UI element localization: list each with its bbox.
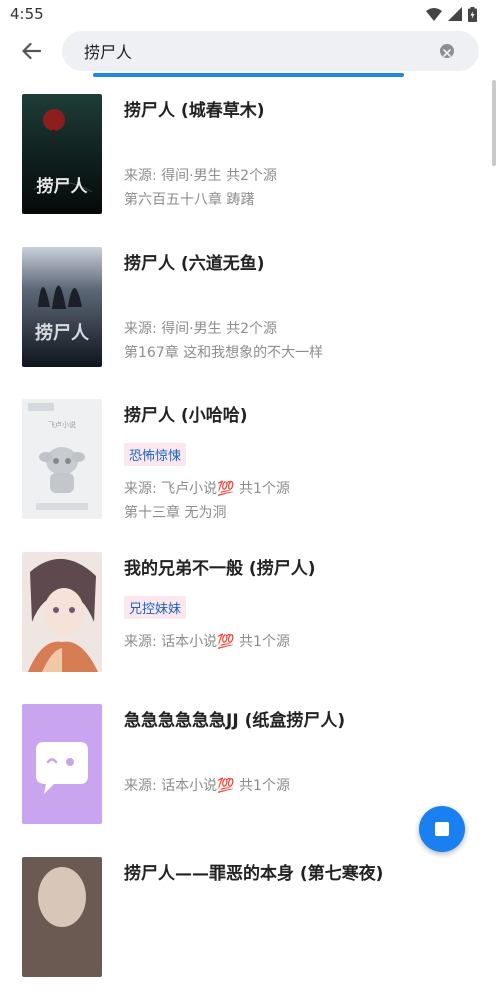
clear-search-button[interactable] [440,44,454,58]
search-input[interactable] [84,31,424,71]
cover-title-text: 飞卢小说 [48,420,76,429]
stop-search-button[interactable] [419,806,465,852]
genre-tag: 恐怖惊悚 [124,443,186,466]
book-source: 来源: 话本小说💯 共1个源 [124,775,290,795]
list-item[interactable]: 飞卢小说 捞尸人 (小哈哈) 恐怖惊悚 来源: 飞卢小说💯 共1个源 第十三章 … [0,385,497,538]
status-time: 4:55 [10,5,44,23]
status-bar: 4:55 [0,0,497,28]
book-info: 我的兄弟不一般 (捞尸人) 兄控妹妹 来源: 话本小说💯 共1个源 [124,554,477,674]
book-cover: 捞尸人 [22,94,102,214]
arrow-left-icon [21,42,41,64]
book-source: 来源: 得间·男生 共2个源 [124,318,277,338]
stop-icon [435,822,449,836]
clear-circle-icon [443,42,451,61]
list-item[interactable]: 我的兄弟不一般 (捞尸人) 兄控妹妹 来源: 话本小说💯 共1个源 [0,538,497,691]
book-title: 捞尸人 (六道无鱼) [124,249,264,274]
book-title: 捞尸人——罪恶的本身 (第七寒夜) [124,859,383,884]
search-progress-bar [93,73,404,77]
latest-chapter: 第十三章 无为洞 [124,502,226,522]
list-item[interactable]: 捞尸人 捞尸人 (城春草木) 来源: 得间·男生 共2个源 第六百五十八章 踌躇 [0,80,497,233]
book-cover [22,552,102,672]
book-cover: 飞卢小说 [22,399,102,519]
cover-title-text: 捞尸人 [37,176,89,197]
book-cover: 捞尸人 [22,247,102,367]
book-title: 我的兄弟不一般 (捞尸人) [124,554,315,579]
book-title: 捞尸人 (城春草木) [124,96,264,121]
book-info: 捞尸人 (六道无鱼) 来源: 得间·男生 共2个源 第167章 这和我想象的不大… [124,249,477,369]
book-info: 急急急急急急JJ (纸盒捞尸人) 来源: 话本小说💯 共1个源 [124,706,477,826]
back-button[interactable] [14,36,48,70]
cellular-icon [448,7,462,21]
cover-title-text: 捞尸人 [35,322,90,344]
list-item[interactable]: 捞尸人 捞尸人 (六道无鱼) 来源: 得间·男生 共2个源 第167章 这和我想… [0,233,497,386]
book-cover [22,704,102,824]
book-source: 来源: 话本小说💯 共1个源 [124,631,290,651]
book-info: 捞尸人 (小哈哈) 恐怖惊悚 来源: 飞卢小说💯 共1个源 第十三章 无为洞 [124,401,477,521]
book-source: 来源: 飞卢小说💯 共1个源 [124,478,290,498]
search-toolbar [0,28,497,78]
search-box [62,31,479,71]
battery-icon [468,7,477,22]
book-info: 捞尸人 (城春草木) 来源: 得间·男生 共2个源 第六百五十八章 踌躇 [124,96,477,216]
latest-chapter: 第六百五十八章 踌躇 [124,189,254,209]
list-item[interactable]: 捞尸人——罪恶的本身 (第七寒夜) [0,843,497,995]
status-icons [426,7,477,22]
wifi-icon [426,8,442,21]
book-info: 捞尸人——罪恶的本身 (第七寒夜) [124,859,477,979]
search-results-list: 捞尸人 捞尸人 (城春草木) 来源: 得间·男生 共2个源 第六百五十八章 踌躇… [0,80,497,995]
book-title: 捞尸人 (小哈哈) [124,401,247,426]
latest-chapter: 第167章 这和我想象的不大一样 [124,342,323,362]
genre-tag: 兄控妹妹 [124,596,186,619]
book-title: 急急急急急急JJ (纸盒捞尸人) [124,706,345,731]
book-cover [22,857,102,977]
book-source: 来源: 得间·男生 共2个源 [124,165,277,185]
